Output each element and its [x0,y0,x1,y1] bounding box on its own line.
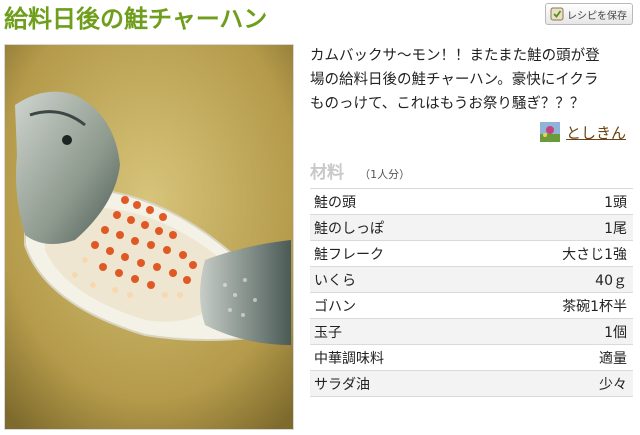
ingredient-name: 鮭のしっぽ [310,214,477,241]
recipe-photo [4,44,294,430]
servings-label: （1人分） [359,168,411,181]
ingredient-row: 鮭フレーク 大さじ1強 [310,240,633,267]
ingredient-quantity: 40ｇ [476,266,633,293]
ingredient-row: 玉子 1個 [310,318,633,345]
ingredient-row: サラダ油 少々 [310,370,633,397]
description-line: ものっけて、これはもうお祭り騒ぎ？？？ [310,96,585,112]
ingredient-row: いくら 40ｇ [310,266,633,293]
ingredient-name: 鮭フレーク [310,240,477,267]
description-line: カムバックサ〜モン！！またまた鮭の頭が登 [310,48,600,64]
ingredients-heading: 材料 （1人分） [310,158,410,183]
ingredient-name: サラダ油 [310,370,477,397]
ingredient-row: 鮭のしっぽ 1尾 [310,214,633,241]
ingredient-quantity: 大さじ1強 [476,240,633,267]
ingredient-row: 鮭の頭 1頭 [310,188,633,215]
ingredients-table: 鮭の頭 1頭 鮭のしっぽ 1尾 鮭フレーク 大さじ1強 いくら 40ｇ ゴハン 茶碗1杯半… [310,188,633,397]
ingredient-name: 玉子 [310,318,477,345]
description-line: 場の給料日後の鮭チャーハン。豪快にイクラ [310,72,599,88]
ingredient-quantity: 1頭 [476,188,633,215]
ingredients-title: 材料 [310,163,344,183]
save-recipe-button[interactable]: レシピを保存 [545,3,633,25]
ingredient-row: 中華調味料 適量 [310,344,633,371]
recipe-title: 給料日後の鮭チャーハン [4,5,268,33]
ingredient-name: ゴハン [310,292,477,319]
ingredient-quantity: 1個 [476,318,633,345]
save-icon [550,7,564,21]
save-recipe-label: レシピを保存 [567,10,627,22]
ingredient-quantity: 適量 [476,344,633,371]
ingredient-name: 鮭の頭 [310,188,477,215]
ingredient-quantity: 茶碗1杯半 [476,292,633,319]
ingredient-name: 中華調味料 [310,344,477,371]
ingredient-name: いくら [310,266,477,293]
author-link[interactable]: としきん [540,121,626,143]
author-name[interactable]: としきん [566,122,626,143]
avatar-icon [540,122,560,142]
ingredient-quantity: 1尾 [476,214,633,241]
recipe-description: カムバックサ〜モン！！またまた鮭の頭が登 場の給料日後の鮭チャーハン。豪快にイク… [310,44,634,116]
ingredient-quantity: 少々 [476,370,633,397]
ingredient-row: ゴハン 茶碗1杯半 [310,292,633,319]
